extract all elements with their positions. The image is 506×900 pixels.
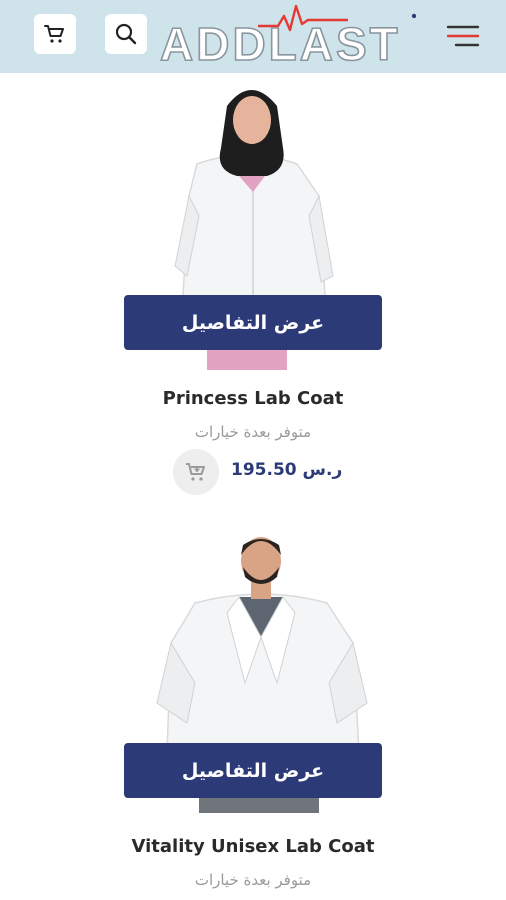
- search-icon: [115, 23, 137, 45]
- product-name[interactable]: Princess Lab Coat: [0, 388, 506, 409]
- logo-text: ADDLAST: [159, 18, 401, 70]
- cart-icon: [44, 25, 64, 43]
- price-row: 195.50 ر.س: [173, 449, 343, 495]
- view-details-button[interactable]: عرض التفاصيل: [124, 295, 382, 350]
- product-image[interactable]: [127, 76, 407, 406]
- menu-button[interactable]: [444, 22, 480, 50]
- add-to-cart-icon: [186, 463, 205, 481]
- product-availability: متوفر بعدة خيارات: [194, 423, 312, 441]
- top-header: ADDLAST: [0, 0, 506, 73]
- brand-logo[interactable]: ADDLAST: [159, 4, 422, 70]
- product-price: 195.50 ر.س: [231, 460, 343, 480]
- cart-button[interactable]: [34, 14, 76, 54]
- hamburger-menu-icon: [446, 25, 480, 47]
- product-name[interactable]: Vitality Unisex Lab Coat: [0, 836, 506, 857]
- product-availability: متوفر بعدة خيارات: [194, 871, 312, 889]
- add-to-cart-button[interactable]: [173, 449, 219, 495]
- product-image[interactable]: [127, 533, 407, 863]
- view-details-button[interactable]: عرض التفاصيل: [124, 743, 382, 798]
- search-button[interactable]: [105, 14, 147, 54]
